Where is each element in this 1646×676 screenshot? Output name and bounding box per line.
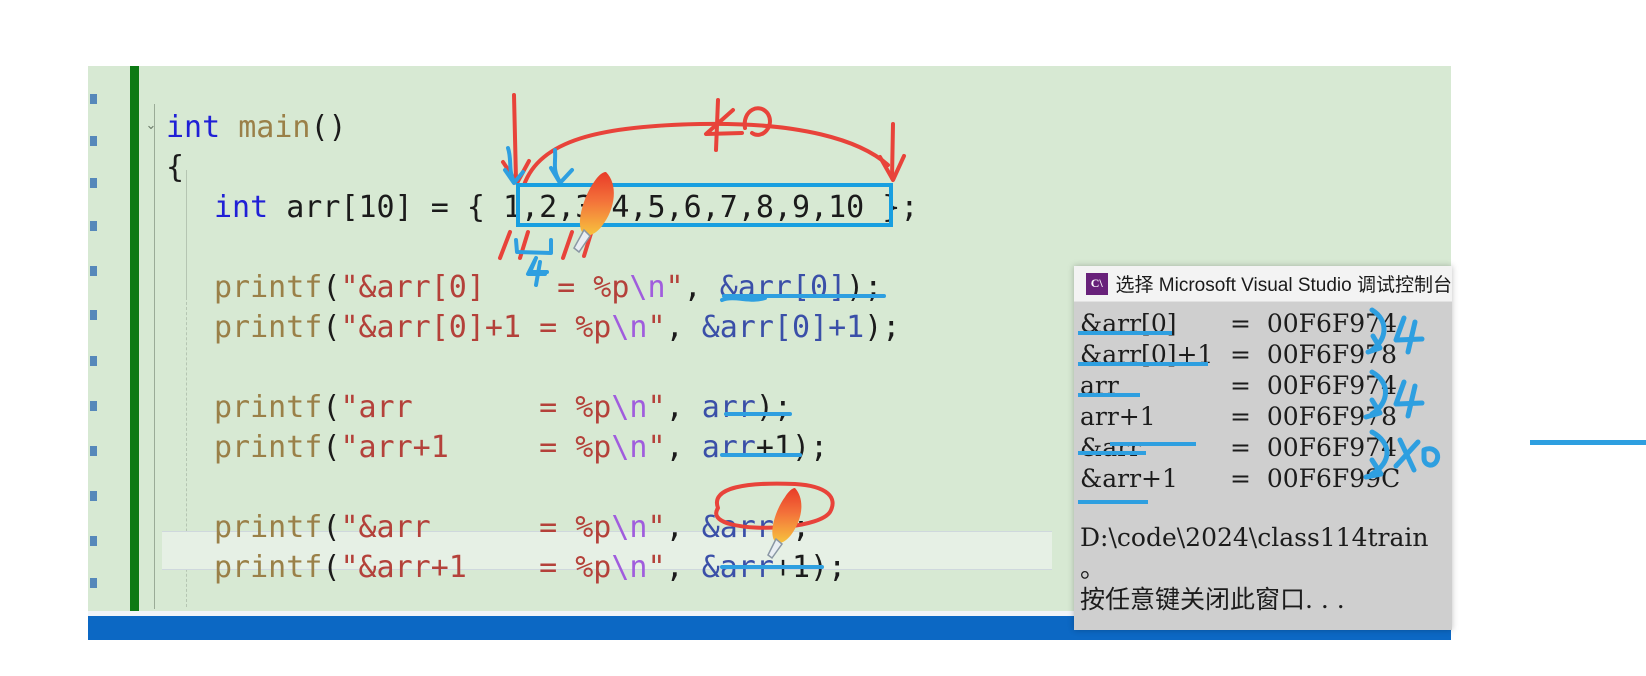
- line-main[interactable]: int main(): [166, 108, 347, 148]
- code-token: main: [238, 110, 311, 145]
- console-row-label: &arr: [1080, 433, 1142, 462]
- code-token: ,: [665, 310, 702, 345]
- code-token: );: [846, 270, 883, 305]
- code-token: (: [322, 510, 341, 545]
- console-row-value: 00F6F978: [1266, 402, 1397, 431]
- code-token: \n: [611, 510, 648, 545]
- console-row-value: 00F6F974: [1266, 433, 1397, 462]
- console-title-text: 选择 Microsoft Visual Studio 调试控制台: [1115, 275, 1452, 296]
- console-row-value: 00F6F974: [1266, 371, 1397, 400]
- code-token: (: [322, 270, 341, 305]
- console-period-line: 。: [1080, 554, 1106, 583]
- code-token: &arr[0]+1: [701, 310, 865, 345]
- code-token: printf: [214, 550, 323, 585]
- code-token: printf: [214, 270, 323, 305]
- code-token: "arr+1 = %p: [340, 430, 612, 465]
- code-token: printf: [214, 390, 323, 425]
- console-row-value: 00F6F974: [1266, 309, 1397, 338]
- console-row-value: 00F6F99C: [1266, 464, 1401, 493]
- code-token: +1);: [755, 430, 829, 465]
- console-row-equals: =: [1230, 340, 1267, 369]
- code-token: arr: [701, 390, 756, 425]
- console-output-row: &arr+1 = 00F6F99C: [1080, 463, 1452, 494]
- visual-studio-icon: C\: [1086, 272, 1108, 295]
- console-row-label: arr+1: [1080, 402, 1156, 431]
- code-token: );: [864, 310, 901, 345]
- console-row-label: &arr[0]: [1080, 309, 1177, 338]
- code-token: ": [665, 270, 684, 305]
- code-token: ,: [665, 510, 702, 545]
- debug-console-window[interactable]: C\ 选择 Microsoft Visual Studio 调试控制台 &arr…: [1074, 266, 1452, 630]
- code-token: ,: [665, 390, 702, 425]
- console-path-line: D:\code\2024\class114train: [1080, 523, 1429, 552]
- console-row-equals: =: [1230, 309, 1267, 338]
- console-row-label: &arr+1: [1080, 464, 1178, 493]
- code-token: \n: [611, 550, 648, 585]
- line-open[interactable]: {: [166, 148, 184, 188]
- code-token: ": [647, 430, 666, 465]
- code-token: "arr = %p: [340, 390, 612, 425]
- code-token: ": [647, 310, 666, 345]
- code-token: [: [340, 190, 359, 225]
- console-output-row: &arr[0] = 00F6F974: [1080, 308, 1452, 339]
- code-token: arr: [701, 430, 756, 465]
- code-token: arr: [286, 190, 341, 225]
- code-token: (: [322, 430, 341, 465]
- code-token: ,: [665, 430, 702, 465]
- feather-cursor-icon: [573, 172, 614, 254]
- code-token: "&arr[0] = %p: [340, 270, 630, 305]
- code-token: &arr: [701, 510, 774, 545]
- console-output-row: &arr = 00F6F974: [1080, 432, 1452, 463]
- console-output-row: arr = 00F6F974: [1080, 370, 1452, 401]
- console-row-equals: =: [1230, 371, 1267, 400]
- console-row-label: arr: [1080, 371, 1119, 400]
- code-token: ": [647, 390, 666, 425]
- code-token: printf: [214, 510, 323, 545]
- line-printf-4[interactable]: printf("arr+1 = %p\n", arr+1);: [214, 428, 828, 468]
- code-token: printf: [214, 430, 323, 465]
- console-prompt-line: 按任意键关闭此窗口. . .: [1080, 585, 1345, 614]
- code-token: ": [647, 510, 666, 545]
- code-token: (): [310, 110, 347, 145]
- code-token: 10: [358, 190, 395, 225]
- right-edge-ink-stroke: [1530, 440, 1646, 445]
- code-token: \n: [611, 430, 648, 465]
- code-token: (: [322, 310, 341, 345]
- code-token: "&arr+1 = %p: [340, 550, 612, 585]
- console-row-equals: =: [1230, 433, 1267, 462]
- feather-cursor-icon: [767, 488, 802, 560]
- console-row-value: 00F6F978: [1266, 340, 1397, 369]
- code-token: &arr: [701, 550, 774, 585]
- line-printf-2[interactable]: printf("&arr[0]+1 = %p\n", &arr[0]+1);: [214, 308, 900, 348]
- line-printf-6[interactable]: printf("&arr+1 = %p\n", &arr+1);: [214, 548, 846, 588]
- code-token: int: [166, 110, 239, 145]
- code-token: ,: [665, 550, 702, 585]
- code-token: \n: [611, 310, 648, 345]
- console-output-row: &arr[0]+1 = 00F6F978: [1080, 339, 1452, 370]
- line-printf-1[interactable]: printf("&arr[0] = %p\n", &arr[0]);: [214, 268, 882, 308]
- code-token: int: [214, 190, 287, 225]
- console-output: &arr[0] = 00F6F974 &arr[0]+1 = 00F6F978 arr =…: [1074, 302, 1452, 615]
- code-token: "&arr[0]+1 = %p: [340, 310, 612, 345]
- console-spacer: [1080, 494, 1452, 522]
- code-token: ": [647, 550, 666, 585]
- code-token: &arr[0]: [719, 270, 847, 305]
- code-token: "&arr = %p: [340, 510, 612, 545]
- console-row-equals: =: [1230, 464, 1267, 493]
- code-token: {: [166, 150, 185, 185]
- console-title-bar[interactable]: C\ 选择 Microsoft Visual Studio 调试控制台: [1074, 266, 1452, 302]
- code-token: (: [322, 550, 341, 585]
- code-token: \n: [611, 390, 648, 425]
- console-row-label: &arr[0]+1: [1080, 340, 1214, 369]
- code-token: printf: [214, 310, 323, 345]
- console-output-row: arr+1 = 00F6F978: [1080, 401, 1452, 432]
- code-token: (: [322, 390, 341, 425]
- line-printf-5[interactable]: printf("&arr = %p\n", &arr);: [214, 508, 810, 548]
- console-row-equals: =: [1230, 402, 1267, 431]
- screenshot-root: ⌄ int main(){int arr[10] = { 1,2,3,4,5,6…: [0, 0, 1646, 676]
- code-token: ,: [683, 270, 720, 305]
- code-token: \n: [629, 270, 666, 305]
- line-printf-3[interactable]: printf("arr = %p\n", arr);: [214, 388, 792, 428]
- code-token: );: [755, 390, 792, 425]
